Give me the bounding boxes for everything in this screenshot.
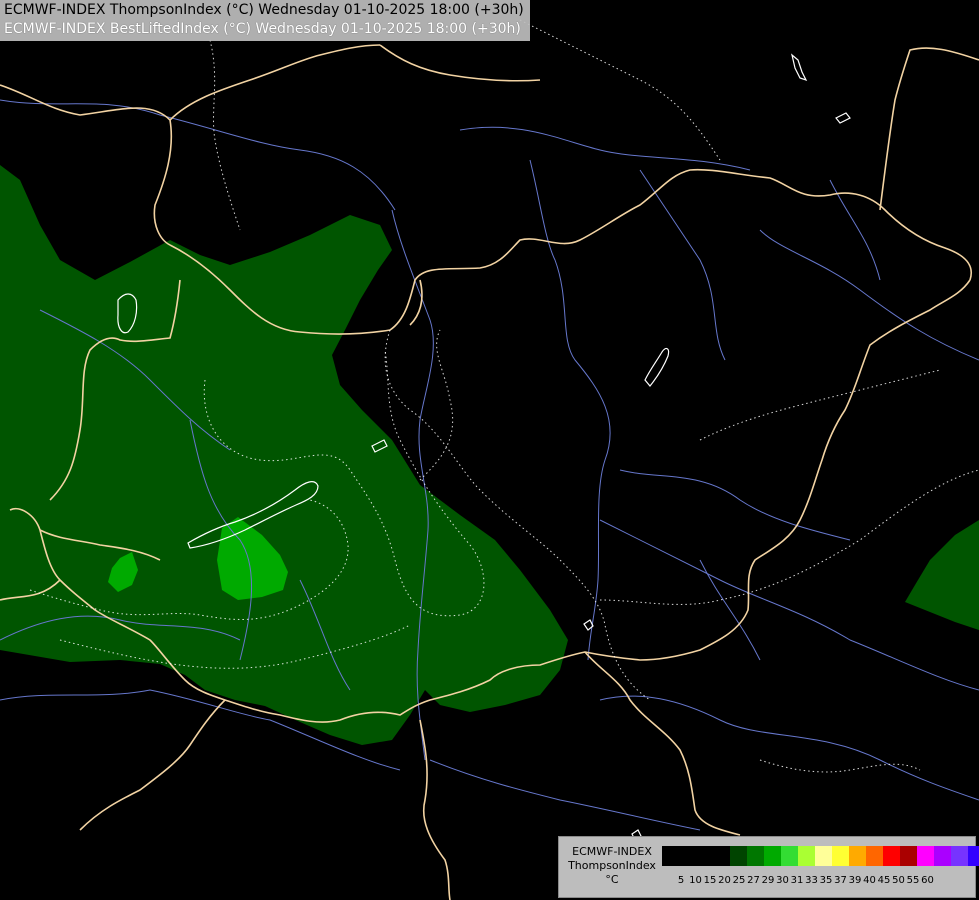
legend-tick-label: 39 [848,875,862,886]
legend-swatch [951,846,968,866]
legend-tick-label: 35 [819,875,833,886]
legend-swatch [679,846,696,866]
legend-tick-label: 15 [703,875,717,886]
legend-swatch [764,846,781,866]
legend-swatch [798,846,815,866]
legend-swatch [900,846,917,866]
legend-tick-label: 29 [761,875,775,886]
map-header: ECMWF-INDEX ThompsonIndex (°C) Wednesday… [0,0,530,41]
legend-tick-label: 37 [834,875,847,886]
legend-swatch [713,846,730,866]
legend-swatch [917,846,934,866]
legend-title-line2: ThompsonIndex [568,859,656,872]
header-title-best-lifted-index: ECMWF-INDEX BestLiftedIndex (°C) Wednesd… [4,21,521,37]
legend-tick-label: 10 [689,875,702,886]
legend-tick-label: 30 [776,875,789,886]
legend-swatch [662,846,679,866]
legend-tick-label: 25 [732,875,746,886]
legend-swatch [730,846,747,866]
header-title-thompson-index: ECMWF-INDEX ThompsonIndex (°C) Wednesday… [4,2,524,18]
color-legend: ECMWF-INDEX ThompsonIndex °C 5 10 15 20 25 27… [558,836,979,898]
legend-swatch [934,846,951,866]
legend-title: ECMWF-INDEX ThompsonIndex °C [563,845,661,887]
legend-tick-label: 60 [921,875,934,886]
legend-title-unit: °C [605,873,619,886]
legend-swatch [815,846,832,866]
legend-tick-label: 50 [892,875,905,886]
legend-swatch [696,846,713,866]
legend-swatch [747,846,764,866]
legend-tick-label: 5 [677,875,685,886]
legend-swatch [968,846,979,866]
legend-tick-label: 20 [718,875,731,886]
legend-tick-label: 27 [747,875,760,886]
legend-swatch [866,846,883,866]
legend-tick-label: 33 [805,875,818,886]
legend-color-bar [662,846,979,866]
weather-map [0,0,979,900]
legend-title-line1: ECMWF-INDEX [572,845,652,858]
legend-tick-label: 55 [906,875,920,886]
legend-tick-label: 31 [790,875,804,886]
legend-tick-label: 45 [877,875,891,886]
legend-swatch [832,846,849,866]
legend-swatch [883,846,900,866]
legend-swatch [781,846,798,866]
legend-tick-label: 40 [863,875,876,886]
legend-swatch [849,846,866,866]
